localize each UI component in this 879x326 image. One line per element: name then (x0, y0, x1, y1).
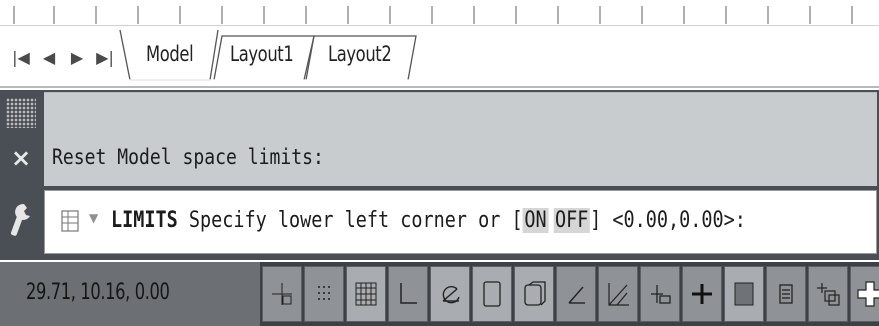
snap-mode-button[interactable] (304, 266, 344, 322)
previous-tab-icon: ◀ (42, 47, 56, 67)
tab-navigation: |◀ ◀ ▶ ▶| (8, 42, 118, 72)
history-line: Reset Model space limits: (52, 145, 324, 169)
first-tab-button[interactable]: |◀ (8, 42, 34, 72)
last-tab-button[interactable]: ▶| (92, 42, 118, 72)
grid-display-icon (355, 282, 377, 306)
annotation-monitor-button[interactable] (850, 266, 879, 322)
ortho-mode-icon (400, 283, 417, 304)
quick-properties-button[interactable] (766, 266, 806, 322)
prompt-text-after: ] <0.00,0.00>: (590, 208, 746, 233)
ortho-mode-button[interactable] (388, 266, 428, 322)
customize-wrench-icon[interactable] (6, 200, 36, 240)
close-icon[interactable]: × (8, 143, 34, 173)
tab-model[interactable]: Model (146, 42, 194, 66)
tab-layout2[interactable]: Layout2 (328, 42, 392, 66)
status-bar: 29.71, 10.16, 0.00 (0, 262, 879, 326)
drafting-toggles (262, 266, 879, 322)
command-history: Reset Model space limits: (44, 92, 877, 186)
dynamic-input-button[interactable] (640, 266, 680, 322)
selection-cycling-button[interactable] (808, 266, 848, 322)
object-snap-button[interactable] (472, 266, 512, 322)
object-snap-icon (483, 281, 501, 307)
grid-display-button[interactable] (346, 266, 386, 322)
tab-layout1[interactable]: Layout1 (230, 42, 294, 66)
option-off[interactable]: OFF (553, 208, 591, 233)
previous-tab-button[interactable]: ◀ (36, 42, 62, 72)
next-tab-button[interactable]: ▶ (64, 42, 90, 72)
prompt-command: LIMITS (111, 208, 178, 233)
command-line-input[interactable]: ▼ LIMITS Specify lower left corner or [O… (44, 190, 877, 254)
chevron-down-icon[interactable]: ▼ (89, 211, 98, 225)
infer-constraints-icon (272, 283, 292, 305)
object-snap-tracking-button[interactable] (556, 266, 596, 322)
object-snap-tracking-icon (568, 286, 585, 304)
coordinate-display[interactable]: 29.71, 10.16, 0.00 (0, 262, 260, 326)
coordinates-value: 29.71, 10.16, 0.00 (26, 280, 170, 305)
top-ruler (0, 0, 879, 26)
quick-properties-icon (779, 284, 793, 304)
infer-constraints-button[interactable] (262, 266, 302, 322)
command-prompt-icon[interactable] (59, 205, 83, 237)
command-window: Reset Model space limits: × ▼ LIMITS Spe… (0, 90, 879, 260)
command-prompt: LIMITS Specify lower left corner or [ON O… (111, 208, 746, 233)
first-tab-icon: |◀ (12, 47, 30, 67)
option-on[interactable]: ON (522, 208, 549, 233)
3d-object-snap-button[interactable] (514, 266, 554, 322)
last-tab-icon: ▶| (96, 47, 114, 67)
lineweight-button[interactable] (682, 266, 722, 322)
prompt-text-before: Specify lower left corner or [ (188, 208, 523, 233)
selection-cycling-icon (817, 283, 840, 306)
snap-mode-icon (318, 286, 330, 300)
next-tab-icon: ▶ (70, 47, 84, 67)
drag-grip-icon[interactable] (6, 98, 36, 128)
dynamic-ucs-button[interactable] (598, 266, 638, 322)
lineweight-icon (692, 284, 712, 304)
ruler-ticks (13, 6, 853, 24)
layout-tab-strip: |◀ ◀ ▶ ▶| Model Layout1 Layout2 (0, 26, 879, 88)
annotation-monitor-icon (857, 281, 879, 307)
polar-tracking-button[interactable] (430, 266, 470, 322)
dynamic-ucs-icon (608, 283, 629, 306)
transparency-button[interactable] (724, 266, 764, 322)
dynamic-input-icon (651, 285, 671, 304)
3d-object-snap-icon (524, 281, 546, 306)
polar-tracking-icon (442, 285, 460, 304)
transparency-icon (734, 282, 754, 306)
